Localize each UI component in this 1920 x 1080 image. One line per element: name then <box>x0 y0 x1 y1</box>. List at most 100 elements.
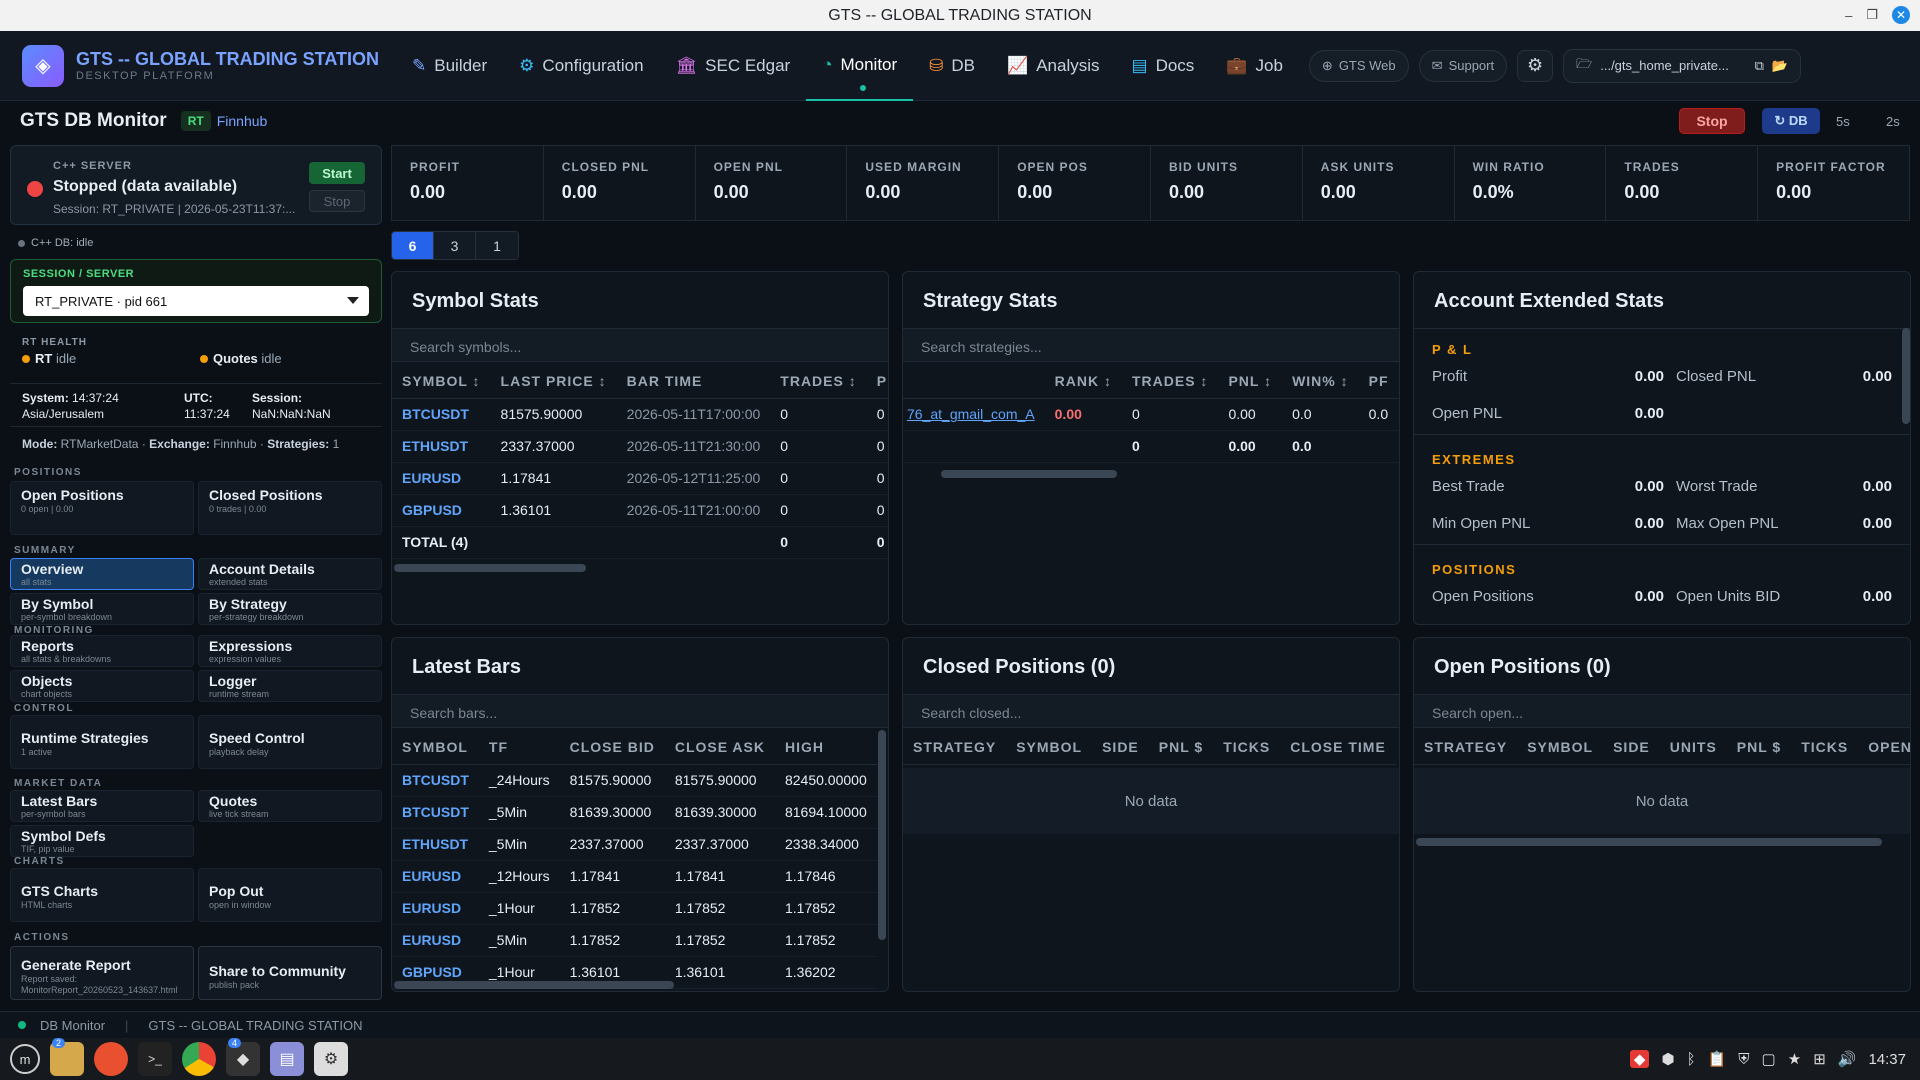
col-tf[interactable]: TF <box>478 730 560 765</box>
col-close-bid[interactable]: CLOSE BID <box>559 730 665 765</box>
table-row[interactable]: BTCUSDT 81575.90000 2026-05-11T17:00:00 0 0 <box>392 398 888 431</box>
grid-6-button[interactable]: 6 <box>392 232 434 259</box>
side-account-details[interactable]: Account Details extended stats <box>198 558 382 590</box>
col-pf[interactable]: PF <box>1358 364 1399 399</box>
side-reports[interactable]: Reports all stats & breakdowns <box>10 635 194 667</box>
table-row[interactable]: GBPUSD 1.36101 2026-05-11T21:00:00 0 0 <box>392 494 888 527</box>
nav-job[interactable]: 💼 Job <box>1210 31 1299 101</box>
nav-db[interactable]: ⛁ DB <box>913 31 991 101</box>
clipboard-icon[interactable]: 📋 <box>1708 1050 1727 1068</box>
closed-search-input[interactable]: Search closed... <box>903 694 1399 728</box>
session-select[interactable]: RT_PRIVATE · pid 661 <box>23 286 369 316</box>
chrome-icon[interactable] <box>182 1042 216 1076</box>
col-rank[interactable]: RANK ↕ <box>1044 364 1122 399</box>
stop-button[interactable]: Stop <box>1679 108 1745 134</box>
volume-icon[interactable]: 🔊 <box>1838 1050 1857 1068</box>
interval-2s-button[interactable]: 2s <box>1886 108 1900 134</box>
star-icon[interactable]: ★ <box>1788 1050 1801 1068</box>
horizontal-scrollbar[interactable] <box>394 564 586 572</box>
side-runtime-strategies[interactable]: Runtime Strategies 1 active <box>10 715 194 769</box>
notes-icon[interactable]: ▤ <box>270 1042 304 1076</box>
side-speed-control[interactable]: Speed Control playback delay <box>198 715 382 769</box>
col-high[interactable]: HIGH <box>774 730 877 765</box>
grid-3-button[interactable]: 3 <box>434 232 476 259</box>
nav-monitor[interactable]: ◔ Monitor <box>806 31 914 101</box>
gts-web-button[interactable]: ⊕ GTS Web <box>1308 49 1409 82</box>
table-row[interactable]: EURUSD _1Hour 1.17852 1.17852 1.17852 <box>392 892 877 925</box>
table-row[interactable]: ETHUSDT 2337.37000 2026-05-11T21:30:00 0 0 <box>392 430 888 463</box>
firefox-icon[interactable] <box>94 1042 128 1076</box>
col-bar-time[interactable]: BAR TIME <box>616 364 771 399</box>
side-gts-charts[interactable]: GTS Charts HTML charts <box>10 868 194 922</box>
clock[interactable]: 14:37 <box>1868 1051 1906 1068</box>
side-quotes[interactable]: Quotes live tick stream <box>198 790 382 822</box>
horizontal-scrollbar[interactable] <box>394 981 674 989</box>
window-icon[interactable]: ▢ <box>1762 1050 1776 1068</box>
side-open-positions[interactable]: Open Positions 0 open | 0.00 <box>10 481 194 535</box>
open-folder-icon[interactable]: 📂 <box>1772 58 1788 74</box>
col-symbol[interactable]: SYMBOL <box>392 730 479 765</box>
settings-app-icon[interactable]: ⚙ <box>314 1042 348 1076</box>
maximize-icon[interactable]: ❐ <box>1866 7 1878 23</box>
col-symbol[interactable]: SYMBOL ↕ <box>392 364 491 399</box>
shield-icon[interactable]: ⛨ <box>1738 1051 1749 1068</box>
support-button[interactable]: ✉ Support <box>1418 49 1508 82</box>
side-overview[interactable]: Overview all stats <box>10 558 194 590</box>
close-icon[interactable]: ✕ <box>1892 6 1910 24</box>
nav-docs[interactable]: ▤ Docs <box>1116 31 1211 101</box>
horizontal-scrollbar[interactable] <box>941 470 1117 478</box>
terminal-icon[interactable]: >_ <box>138 1042 172 1076</box>
table-row[interactable]: 76_at_gmail_com_A 0.00 0 0.00 0.0 0.0 <box>903 398 1399 431</box>
share-community-button[interactable]: Share to Community publish pack <box>198 946 382 1000</box>
start-server-button[interactable]: Start <box>309 162 365 184</box>
bars-search-input[interactable]: Search bars... <box>392 694 888 728</box>
side-closed-positions[interactable]: Closed Positions 0 trades | 0.00 <box>198 481 382 535</box>
generate-report-button[interactable]: Generate Report Report saved: MonitorRepor… <box>10 946 194 1000</box>
vertical-scrollbar[interactable] <box>878 730 886 940</box>
nav-builder[interactable]: ✎ Builder <box>396 31 503 101</box>
open-search-input[interactable]: Search open... <box>1414 694 1910 728</box>
home-path-box[interactable]: 🗁 .../gts_home_private... ⧉ 📂 <box>1563 48 1802 83</box>
table-row[interactable]: EURUSD _12Hours 1.17841 1.17841 1.17846 <box>392 860 877 893</box>
app-icon[interactable]: ◆ 4 <box>226 1038 260 1076</box>
vertical-scrollbar[interactable] <box>1902 328 1910 424</box>
col-trades[interactable]: TRADES ↕ <box>1121 364 1219 399</box>
col-trades[interactable]: TRADES ↕ <box>770 364 867 399</box>
stop-server-button[interactable]: Stop <box>309 190 365 212</box>
anydesk-icon[interactable]: ◆ <box>1629 1050 1650 1068</box>
table-row[interactable]: BTCUSDT _5Min 81639.30000 81639.30000 81694.… <box>392 796 877 829</box>
strategy-search-input[interactable]: Search strategies... <box>903 328 1399 362</box>
side-by-symbol[interactable]: By Symbol per-symbol breakdown <box>10 593 194 625</box>
table-row[interactable]: ETHUSDT _5Min 2337.37000 2337.37000 2338.340… <box>392 828 877 861</box>
nav-analysis[interactable]: 📈 Analysis <box>991 31 1115 101</box>
refresh-db-button[interactable]: ↻ DB <box>1762 108 1820 134</box>
side-objects[interactable]: Objects chart objects <box>10 670 194 702</box>
col-win[interactable]: WIN% ↕ <box>1282 364 1359 399</box>
col-pnl[interactable]: PNL ↕ <box>1218 364 1283 399</box>
strategy-link[interactable]: 76_at_gmail_com_A <box>903 398 1045 431</box>
bluetooth-icon[interactable]: ᛒ <box>1687 1051 1696 1068</box>
copy-icon[interactable]: ⧉ <box>1755 58 1764 74</box>
interval-5s-button[interactable]: 5s <box>1836 108 1850 134</box>
side-logger[interactable]: Logger runtime stream <box>198 670 382 702</box>
table-row[interactable]: BTCUSDT _24Hours 81575.90000 81575.90000 824… <box>392 764 877 797</box>
side-latest-bars[interactable]: Latest Bars per-symbol bars <box>10 790 194 822</box>
col-close-ask[interactable]: CLOSE ASK <box>664 730 775 765</box>
files-icon[interactable]: 2 <box>50 1038 84 1076</box>
table-row[interactable]: EURUSD _5Min 1.17852 1.17852 1.17852 <box>392 924 877 957</box>
side-by-strategy[interactable]: By Strategy per-strategy breakdown <box>198 593 382 625</box>
col-p[interactable]: P <box>866 364 888 399</box>
menu-icon[interactable]: m <box>10 1044 40 1074</box>
minimize-icon[interactable]: – <box>1845 8 1852 23</box>
col-last-price[interactable]: LAST PRICE ↕ <box>490 364 617 399</box>
nav-configuration[interactable]: ⚙ Configuration <box>503 31 659 101</box>
symbol-search-input[interactable]: Search symbols... <box>392 328 888 362</box>
table-row[interactable]: EURUSD 1.17841 2026-05-12T11:25:00 0 0 <box>392 462 888 495</box>
nav-sec-edgar[interactable]: 🏛 SEC Edgar <box>660 31 807 101</box>
side-symbol-defs[interactable]: Symbol Defs TIF, pip value <box>10 825 194 857</box>
side-pop-out[interactable]: Pop Out open in window <box>198 868 382 922</box>
box-icon[interactable]: ⬢ <box>1661 1050 1674 1068</box>
side-expressions[interactable]: Expressions expression values <box>198 635 382 667</box>
horizontal-scrollbar[interactable] <box>1416 838 1882 846</box>
grid-1-button[interactable]: 1 <box>476 232 518 259</box>
